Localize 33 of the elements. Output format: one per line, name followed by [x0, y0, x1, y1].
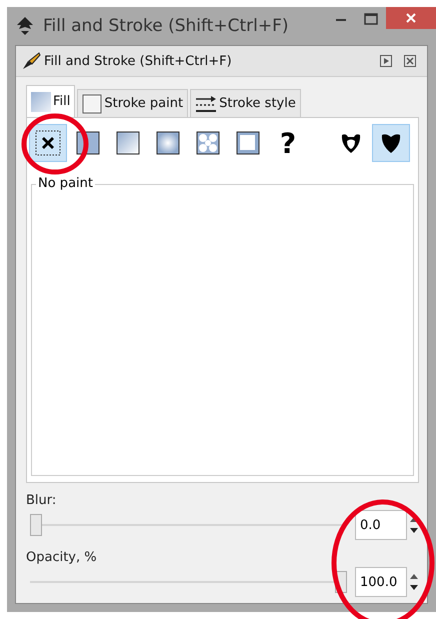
paint-type-button[interactable]	[29, 124, 67, 162]
slider-label: Blur:	[26, 493, 58, 508]
x-icon	[35, 130, 61, 156]
tab[interactable]: Fill	[26, 85, 76, 117]
window-title: Fill and Stroke (Shift+Ctrl+F)	[43, 16, 288, 36]
slider-label: Opacity, %	[26, 550, 98, 565]
tab[interactable]: Stroke style	[190, 89, 301, 117]
brush-icon	[20, 51, 42, 71]
paint-type-button[interactable]: ?	[269, 124, 307, 162]
down-arrow-icon[interactable]	[409, 527, 419, 535]
up-arrow-icon[interactable]	[409, 572, 419, 580]
frame-label: No paint	[36, 176, 95, 192]
linear-gradient-icon	[116, 131, 140, 155]
pattern-icon	[196, 131, 220, 155]
play-icon	[380, 55, 392, 67]
stroke-style-icon	[195, 94, 218, 114]
close-icon	[405, 12, 417, 24]
annotation-circle	[20, 112, 90, 176]
fill-rule-button[interactable]	[372, 124, 410, 162]
tab[interactable]: Stroke paint	[77, 89, 188, 117]
maximize-icon	[364, 13, 378, 25]
swatch-icon	[236, 131, 260, 155]
fill-swatch-icon	[31, 92, 51, 112]
number-field[interactable]: 100.0	[355, 567, 407, 597]
app-logo-icon	[15, 16, 35, 36]
number-field[interactable]: 0.0	[355, 510, 407, 540]
square-outline-icon	[82, 94, 102, 114]
close-button[interactable]	[386, 7, 436, 29]
down-arrow-icon[interactable]	[409, 584, 419, 592]
close-icon	[404, 55, 416, 67]
panel-title: Fill and Stroke (Shift+Ctrl+F)	[44, 54, 232, 68]
slider-thumb[interactable]	[30, 514, 42, 536]
radial-gradient-icon	[156, 131, 180, 155]
